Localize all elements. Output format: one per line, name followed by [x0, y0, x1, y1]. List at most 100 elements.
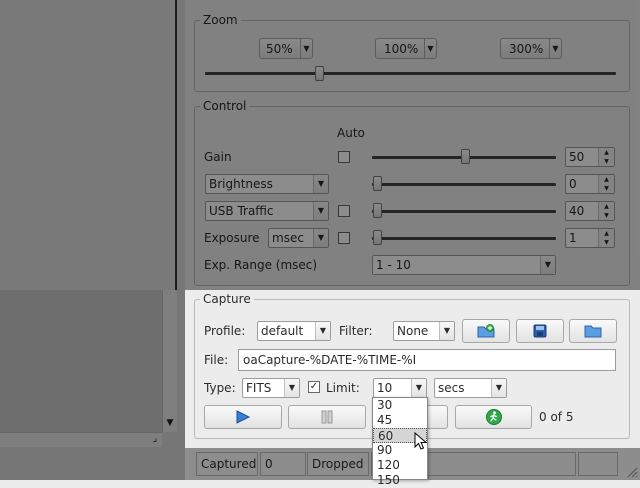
chevron-down-icon[interactable]: ▼	[439, 322, 454, 340]
usb-traffic-select[interactable]: USB Traffic ▼	[205, 201, 329, 221]
gain-value: 50	[569, 150, 585, 164]
exposure-spinbox[interactable]: 1 ▲ ▼	[565, 228, 615, 248]
dropped-label: Dropped	[307, 452, 369, 476]
chevron-down-icon[interactable]: ▼	[411, 379, 426, 397]
type-label: Type:	[204, 381, 236, 395]
profile-select[interactable]: default ▼	[257, 321, 331, 341]
resize-grip-icon[interactable]	[626, 466, 638, 478]
horizontal-scrollbar[interactable]	[0, 432, 162, 447]
status-extra-field	[578, 452, 618, 476]
filter-label: Filter:	[339, 324, 373, 338]
usb-spinbox[interactable]: 40 ▲ ▼	[565, 201, 615, 221]
chevron-down-icon[interactable]: ▼	[284, 379, 299, 397]
preview-image	[0, 0, 177, 290]
file-type-value: FITS	[246, 381, 272, 395]
brightness-slider-handle[interactable]	[373, 176, 382, 191]
control-group-title: Control	[200, 99, 250, 113]
save-icon	[533, 324, 547, 338]
spin-arrows-icon[interactable]: ▲ ▼	[598, 175, 614, 193]
limit-unit-select[interactable]: secs ▼	[434, 378, 507, 398]
zoom-100-label: 100%	[384, 41, 419, 56]
chevron-down-icon[interactable]: ▼	[313, 175, 328, 193]
save-button[interactable]	[516, 319, 564, 343]
brightness-spinbox[interactable]: 0 ▲ ▼	[565, 174, 615, 194]
scroll-down-icon[interactable]: ▼	[163, 416, 177, 430]
filename-input[interactable]: oaCapture-%DATE-%TIME-%I	[238, 349, 616, 371]
zoom-slider-handle[interactable]	[315, 66, 324, 81]
autorun-button[interactable]	[455, 405, 532, 429]
zoom-100-button[interactable]: 100% ▼	[375, 38, 437, 59]
gain-slider-handle[interactable]	[461, 149, 470, 164]
exposure-label: Exposure	[204, 231, 260, 245]
limit-label: Limit:	[326, 381, 360, 395]
usb-slider-handle[interactable]	[373, 203, 382, 218]
zoom-300-button[interactable]: 300% ▼	[500, 38, 562, 59]
limit-value: 10	[377, 381, 393, 395]
exposure-value: 1	[569, 231, 577, 245]
brightness-select-label: Brightness	[209, 177, 273, 191]
auto-column-label: Auto	[337, 126, 365, 140]
capture-progress-text: 0 of 5	[539, 410, 574, 424]
captured-count: 0	[260, 452, 306, 476]
exp-range-value: 1 - 10	[376, 258, 411, 272]
new-folder-button[interactable]	[462, 319, 510, 343]
exposure-slider-handle[interactable]	[373, 230, 382, 245]
usb-value: 40	[569, 204, 585, 218]
folder-icon	[584, 325, 602, 338]
chevron-down-icon[interactable]: ▼	[424, 39, 436, 58]
usb-slider-track[interactable]	[372, 210, 556, 213]
limit-checkbox[interactable]: ✓	[308, 381, 320, 393]
zoom-group-title: Zoom	[200, 13, 241, 27]
limit-option-150[interactable]: 150	[373, 473, 427, 488]
profile-value: default	[261, 324, 304, 338]
limit-value-select[interactable]: 10 ▼	[373, 378, 427, 398]
captured-label: Captured	[196, 452, 258, 476]
exposure-auto-checkbox[interactable]	[338, 232, 350, 244]
zoom-300-label: 300%	[509, 41, 544, 56]
usb-auto-checkbox[interactable]	[338, 205, 350, 217]
filter-value: None	[397, 324, 429, 338]
file-label: File:	[204, 353, 229, 367]
exposure-slider-track[interactable]	[372, 237, 556, 240]
brightness-slider-track[interactable]	[372, 183, 556, 186]
usb-traffic-select-label: USB Traffic	[209, 204, 274, 218]
zoom-50-button[interactable]: 50% ▼	[259, 38, 313, 59]
start-capture-button[interactable]	[204, 405, 282, 429]
chevron-down-icon[interactable]: ▼	[491, 379, 506, 397]
gain-auto-checkbox[interactable]	[338, 151, 350, 163]
spin-arrows-icon[interactable]: ▲ ▼	[598, 148, 614, 166]
preview-viewport	[0, 290, 162, 432]
chevron-down-icon[interactable]: ▼	[315, 322, 330, 340]
exp-range-select[interactable]: 1 - 10 ▼	[372, 255, 556, 275]
filter-select[interactable]: None ▼	[393, 321, 455, 341]
pause-capture-button[interactable]	[288, 405, 366, 429]
file-type-select[interactable]: FITS ▼	[242, 378, 300, 398]
capture-group-title: Capture	[200, 292, 254, 306]
brightness-select[interactable]: Brightness ▼	[205, 174, 329, 194]
limit-option-30[interactable]: 30	[373, 398, 427, 413]
chevron-down-icon[interactable]: ▼	[313, 229, 328, 247]
chevron-down-icon[interactable]: ▼	[313, 202, 328, 220]
preview-area: ▼ ⌟	[0, 0, 185, 480]
limit-option-45[interactable]: 45	[373, 413, 427, 428]
mouse-cursor-icon	[414, 432, 428, 450]
exposure-unit-select[interactable]: msec ▼	[268, 228, 329, 248]
exposure-unit-value: msec	[272, 231, 304, 245]
open-folder-button[interactable]	[569, 319, 617, 343]
chevron-down-icon[interactable]: ▼	[540, 256, 555, 274]
new-folder-icon	[477, 324, 495, 338]
resize-corner-icon: ⌟	[152, 433, 158, 444]
chevron-down-icon[interactable]: ▼	[300, 39, 312, 58]
spin-arrows-icon[interactable]: ▲ ▼	[598, 202, 614, 220]
profile-label: Profile:	[204, 324, 246, 338]
vertical-scrollbar[interactable]: ▼	[162, 290, 177, 432]
zoom-50-label: 50%	[266, 41, 293, 56]
zoom-slider-track[interactable]	[205, 72, 616, 75]
limit-option-120[interactable]: 120	[373, 458, 427, 473]
chevron-down-icon[interactable]: ▼	[549, 39, 561, 58]
run-icon	[485, 409, 502, 425]
gain-spinbox[interactable]: 50 ▲ ▼	[565, 147, 615, 167]
gain-label: Gain	[204, 150, 232, 164]
spin-arrows-icon[interactable]: ▲ ▼	[598, 229, 614, 247]
pause-icon	[321, 410, 333, 424]
